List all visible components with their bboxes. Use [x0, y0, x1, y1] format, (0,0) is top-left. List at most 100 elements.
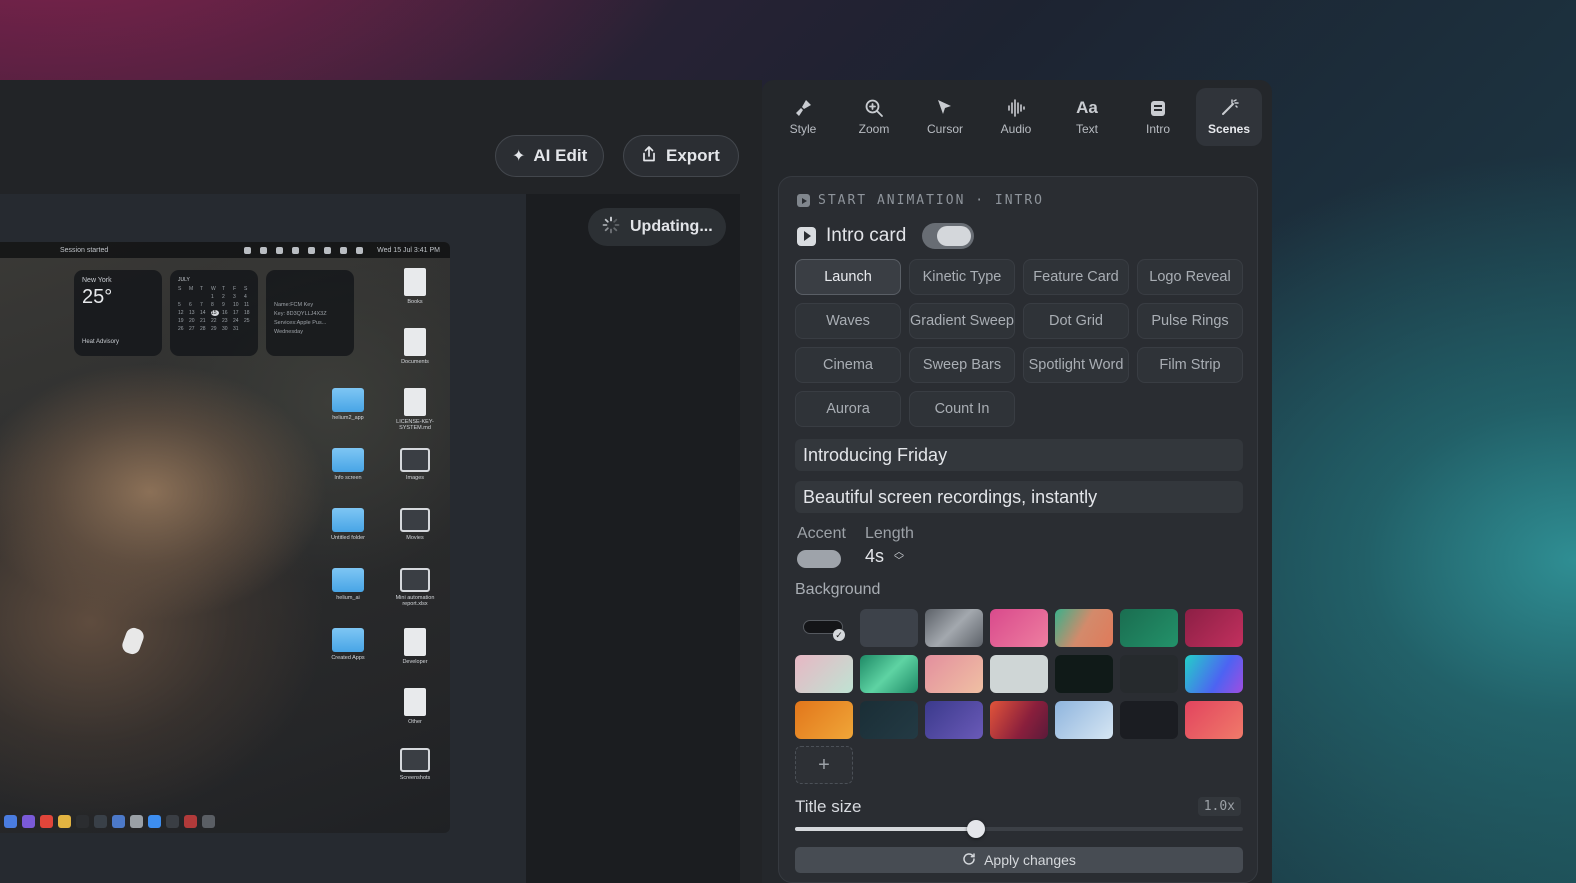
- desktop-icon-label: Created Apps: [331, 655, 365, 661]
- background-swatch[interactable]: [1055, 655, 1113, 693]
- inspector-tabs: Style Zoom Cursor Audio Aa Text Intro Scenes: [762, 88, 1272, 154]
- image-file-icon: [400, 448, 430, 472]
- apply-changes-button[interactable]: Apply changes: [795, 847, 1243, 873]
- document-icon: [404, 268, 426, 296]
- background-swatch[interactable]: [1055, 609, 1113, 647]
- preset-launch[interactable]: Launch: [795, 259, 901, 295]
- add-background-button[interactable]: +: [795, 746, 853, 784]
- play-square-icon: [797, 194, 810, 207]
- title-input[interactable]: Introducing Friday: [795, 439, 1243, 471]
- export-button[interactable]: Export: [623, 135, 739, 177]
- background-label: Background: [795, 581, 881, 598]
- background-swatch[interactable]: [860, 701, 918, 739]
- background-swatch[interactable]: [925, 609, 983, 647]
- preset-film-strip[interactable]: Film Strip: [1137, 347, 1243, 383]
- title-size-slider[interactable]: [795, 820, 1243, 838]
- desktop-icon[interactable]: Mini automation report.xlsx: [385, 568, 445, 607]
- desktop-icon[interactable]: Books: [385, 268, 445, 305]
- background-swatch[interactable]: [990, 655, 1048, 693]
- background-swatch[interactable]: [1185, 609, 1243, 647]
- preset-waves[interactable]: Waves: [795, 303, 901, 339]
- calendar-month: JULY: [178, 277, 190, 283]
- desktop-icon[interactable]: Untitled folder: [318, 508, 378, 541]
- slider-knob[interactable]: [967, 820, 986, 838]
- background-swatch[interactable]: [1185, 655, 1243, 693]
- background-swatch[interactable]: [990, 609, 1048, 647]
- preset-dot-grid[interactable]: Dot Grid: [1023, 303, 1129, 339]
- desktop-icon-label: Images: [405, 475, 425, 481]
- tab-label: Intro: [1145, 122, 1170, 136]
- tab-label: Text: [1075, 122, 1098, 136]
- background-swatch[interactable]: [1120, 701, 1178, 739]
- preset-pulse-rings[interactable]: Pulse Rings: [1137, 303, 1243, 339]
- background-swatch[interactable]: [860, 609, 918, 647]
- desktop-icon[interactable]: Info screen: [318, 448, 378, 481]
- document-icon: [404, 328, 426, 356]
- preview-dock: [0, 809, 240, 833]
- preset-spotlight-word[interactable]: Spotlight Word: [1023, 347, 1129, 383]
- tab-text[interactable]: Aa Text: [1054, 88, 1120, 146]
- updating-indicator: Updating...: [588, 208, 726, 246]
- background-swatch[interactable]: [1120, 609, 1178, 647]
- background-swatch[interactable]: [925, 701, 983, 739]
- desktop-icon[interactable]: Movies: [385, 508, 445, 541]
- length-label: Length: [865, 525, 914, 542]
- background-swatch[interactable]: [795, 701, 853, 739]
- preset-count-in[interactable]: Count In: [909, 391, 1015, 427]
- background-swatch[interactable]: [1055, 701, 1113, 739]
- intro-card-settings: START ANIMATION · INTRO Intro card Launc…: [778, 176, 1258, 883]
- tab-cursor[interactable]: Cursor: [912, 88, 978, 146]
- weather-note: Heat Advisory: [82, 339, 120, 345]
- image-file-icon: [400, 508, 430, 532]
- finder-cursor: [120, 625, 146, 657]
- background-swatch[interactable]: [795, 655, 853, 693]
- desktop-icon[interactable]: Screenshots: [385, 748, 445, 781]
- desktop-icon[interactable]: Documents: [385, 328, 445, 365]
- desktop-icon[interactable]: helium2_app: [318, 388, 378, 421]
- preset-feature-card[interactable]: Feature Card: [1023, 259, 1129, 295]
- preset-kinetic-type[interactable]: Kinetic Type: [909, 259, 1015, 295]
- recording-preview[interactable]: Session started Wed 15 Jul 3:41 PM New Y…: [0, 242, 450, 833]
- desktop-icon[interactable]: Created Apps: [318, 628, 378, 661]
- folder-icon: [332, 508, 364, 532]
- desktop-icon-label: helium2_app: [332, 415, 364, 421]
- preset-sweep-bars[interactable]: Sweep Bars: [909, 347, 1015, 383]
- chevron-down-icon[interactable]: ﹀: [894, 556, 904, 566]
- calendar-widget: JULY S M T W T F S 1 2 3 4 5 6 7 8 9 10 11 12 13 14 15 16 17 18 1…: [170, 270, 258, 356]
- refresh-icon: [962, 852, 976, 869]
- preset-cinema[interactable]: Cinema: [795, 347, 901, 383]
- background-swatch[interactable]: [990, 701, 1048, 739]
- desktop-icon[interactable]: helium_ai: [318, 568, 378, 601]
- preset-logo-reveal[interactable]: Logo Reveal: [1137, 259, 1243, 295]
- preset-gradient-sweep[interactable]: Gradient Sweep: [909, 303, 1015, 339]
- intro-card-toggle[interactable]: [922, 223, 975, 249]
- desktop-icon[interactable]: Other: [385, 688, 445, 725]
- desktop-icon[interactable]: Developer: [385, 628, 445, 665]
- preset-aurora[interactable]: Aurora: [795, 391, 901, 427]
- accent-swatch[interactable]: [797, 550, 841, 568]
- background-swatch[interactable]: ✓: [795, 609, 853, 647]
- subtitle-input[interactable]: Beautiful screen recordings, instantly: [795, 481, 1243, 513]
- background-swatch[interactable]: [860, 655, 918, 693]
- desktop-icon[interactable]: Images: [385, 448, 445, 481]
- background-swatch[interactable]: [1185, 701, 1243, 739]
- tab-label: Audio: [1000, 122, 1032, 136]
- desktop-icon-label: Untitled folder: [331, 535, 365, 541]
- desktop-icon-label: Books: [407, 299, 423, 305]
- desktop-icon[interactable]: LICENSE-KEY-SYSTEM.md: [385, 388, 445, 431]
- background-swatch[interactable]: [925, 655, 983, 693]
- length-stepper[interactable]: ︿ ﹀: [894, 547, 904, 566]
- brush-icon: [793, 98, 813, 118]
- note-lines: Name:FCM Key Key: 8D3QYLLJ4X3Z Services:Ap…: [274, 301, 346, 337]
- tab-scenes[interactable]: Scenes: [1196, 88, 1262, 146]
- tab-intro[interactable]: Intro: [1125, 88, 1191, 146]
- tab-zoom[interactable]: Zoom: [841, 88, 907, 146]
- waveform-icon: [1006, 98, 1026, 118]
- background-swatch[interactable]: [1120, 655, 1178, 693]
- ai-edit-button[interactable]: ✦ AI Edit: [495, 135, 605, 177]
- document-icon: [404, 388, 426, 416]
- tab-style[interactable]: Style: [770, 88, 836, 146]
- tab-audio[interactable]: Audio: [983, 88, 1049, 146]
- ai-edit-label: AI Edit: [533, 146, 588, 165]
- slider-fill: [795, 827, 977, 831]
